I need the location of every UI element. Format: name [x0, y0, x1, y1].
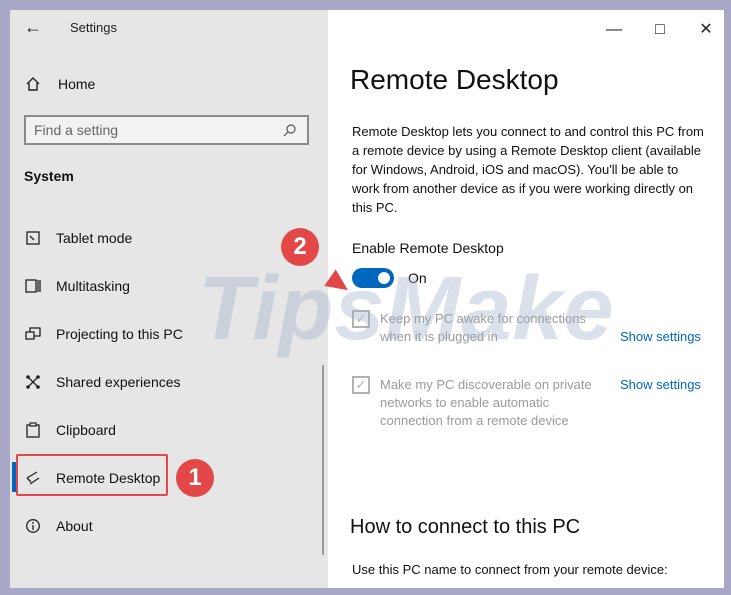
sidebar-item-label: Shared experiences — [56, 374, 181, 390]
sidebar-item-tablet-mode[interactable]: Tablet mode — [24, 226, 132, 250]
tablet-mode-icon — [24, 229, 42, 247]
how-to-connect-heading: How to connect to this PC — [350, 516, 581, 538]
shared-experiences-icon — [24, 373, 42, 391]
page-description: Remote Desktop lets you connect to and c… — [352, 124, 704, 215]
minimize-icon[interactable]: — — [604, 20, 624, 40]
close-icon[interactable]: ✕ — [696, 20, 716, 40]
sidebar-home-label: Home — [58, 76, 96, 92]
sidebar-scrollbar[interactable] — [322, 365, 324, 555]
back-arrow-icon[interactable]: ← — [24, 17, 44, 37]
enable-remote-desktop-label: Enable Remote Desktop — [352, 240, 504, 256]
search-input[interactable]: Find a setting — [24, 115, 309, 145]
sidebar-item-shared-experiences[interactable]: Shared experiences — [24, 370, 181, 394]
sidebar-item-label: Multitasking — [56, 278, 130, 294]
discoverable-label: Make my PC discoverable on private netwo… — [380, 377, 592, 428]
projecting-icon — [24, 325, 42, 343]
clipboard-icon — [24, 421, 42, 439]
annotation-badge-1: 1 — [176, 459, 214, 497]
sidebar-item-projecting[interactable]: Projecting to this PC — [24, 322, 183, 346]
settings-window: ← Settings Home Find a setting System Ta… — [10, 10, 724, 588]
annotation-highlight-box — [16, 454, 168, 496]
sidebar-item-label: Clipboard — [56, 422, 116, 438]
about-icon — [24, 517, 42, 535]
pc-name-instructions: Use this PC name to connect from your re… — [352, 562, 668, 577]
watermark: TipsMake — [198, 259, 615, 359]
app-title: Settings — [70, 20, 117, 35]
page-title: Remote Desktop — [350, 64, 559, 95]
maximize-icon[interactable]: □ — [650, 20, 670, 40]
search-placeholder: Find a setting — [34, 122, 119, 138]
sidebar-item-label: Tablet mode — [56, 230, 133, 246]
sidebar-item-label: Projecting to this PC — [56, 326, 183, 342]
discoverable-checkbox[interactable]: ✓ — [352, 376, 370, 394]
section-title-system: System — [24, 168, 74, 184]
sidebar-item-label: About — [56, 518, 93, 534]
multitasking-icon — [24, 277, 42, 295]
show-settings-link-2[interactable]: Show settings — [620, 377, 701, 392]
sidebar-item-about[interactable]: About — [24, 514, 93, 538]
search-icon[interactable] — [281, 121, 299, 139]
home-icon — [24, 75, 42, 93]
show-settings-link-1[interactable]: Show settings — [620, 329, 701, 344]
sidebar-item-multitasking[interactable]: Multitasking — [24, 274, 130, 298]
sidebar-item-home[interactable]: Home — [24, 72, 95, 96]
sidebar-item-clipboard[interactable]: Clipboard — [24, 418, 116, 442]
